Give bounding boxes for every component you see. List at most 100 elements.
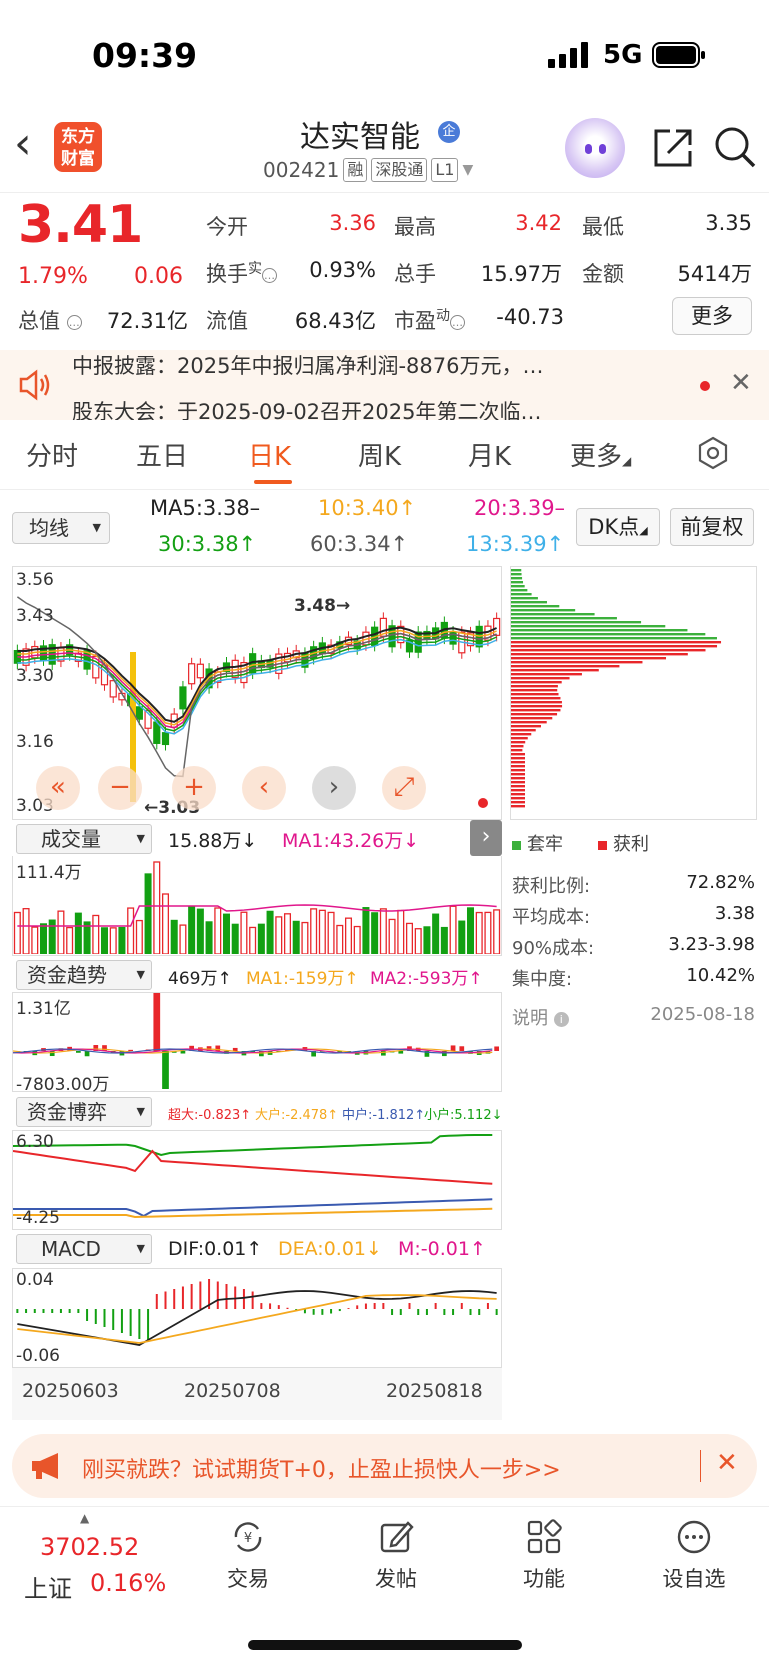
index-value[interactable]: 3702.52 bbox=[40, 1533, 139, 1561]
dk-point-button[interactable]: DK点◢ bbox=[576, 508, 660, 546]
open-label: 今开 bbox=[206, 215, 248, 239]
tab-intraday[interactable]: 分时 bbox=[26, 436, 78, 473]
fund-game-mid: 中户:-1.812↑ bbox=[342, 1108, 426, 1123]
close-icon[interactable]: ✕ bbox=[730, 368, 752, 398]
chip-bar bbox=[511, 797, 525, 800]
fund-bar bbox=[232, 1047, 238, 1051]
chip-bar bbox=[511, 613, 595, 616]
chip-bar bbox=[511, 601, 547, 604]
zoom-out-button[interactable]: − bbox=[98, 766, 142, 810]
volume-bar bbox=[466, 907, 475, 955]
concentration-label: 集中度: bbox=[512, 969, 573, 990]
scroll-right-button[interactable]: › bbox=[312, 766, 356, 810]
macd-m: M:-0.01↑ bbox=[398, 1238, 486, 1260]
cost90-value: 3.23-3.98 bbox=[668, 934, 755, 955]
chip-bar bbox=[511, 733, 532, 736]
volume-bar bbox=[353, 925, 361, 955]
volume-bar bbox=[39, 923, 48, 955]
volume-select[interactable]: 成交量 ▼ bbox=[16, 824, 152, 854]
tab-five-day[interactable]: 五日 bbox=[136, 436, 188, 473]
fund-game-select[interactable]: 资金博弈 ▼ bbox=[16, 1097, 152, 1127]
ma30-value: 30:3.38↑ bbox=[158, 532, 257, 556]
avg-cost-value: 3.38 bbox=[714, 903, 755, 924]
chip-bar bbox=[511, 773, 525, 776]
chip-bar bbox=[511, 665, 620, 668]
tab-more[interactable]: 更多◢ bbox=[570, 436, 631, 473]
share-icon[interactable] bbox=[650, 125, 696, 171]
chip-bar bbox=[511, 617, 617, 620]
back-icon[interactable]: ‹ bbox=[14, 122, 50, 170]
chevron-right-icon[interactable]: › bbox=[470, 820, 502, 856]
notice-bar[interactable]: 中报披露：2025年中报归属净利润-8876万元，… 股东大会：于2025-09… bbox=[0, 350, 769, 420]
status-time: 09:39 bbox=[92, 36, 198, 75]
volume-bar bbox=[57, 910, 65, 955]
date-label: 20250818 bbox=[386, 1380, 483, 1402]
chip-panel[interactable] bbox=[510, 566, 757, 820]
tab-daily-k[interactable]: 日K bbox=[248, 436, 291, 473]
volume-bar bbox=[170, 919, 178, 955]
chip-bar bbox=[511, 653, 688, 656]
stock-code-row[interactable]: 002421 融 深股通 L1 ▼ bbox=[263, 158, 473, 182]
volume-max-label: 111.4万 bbox=[16, 863, 82, 883]
tab-weekly-k[interactable]: 周K bbox=[358, 436, 401, 473]
notice-text-2: 股东大会：于2025-09-02召开2025年第二次临… bbox=[72, 400, 542, 420]
volume-bar bbox=[92, 914, 100, 955]
chip-bar bbox=[511, 777, 525, 780]
grid-icon bbox=[527, 1519, 562, 1554]
info-icon[interactable]: … bbox=[262, 267, 277, 283]
info-icon[interactable]: … bbox=[450, 314, 465, 330]
active-tab-indicator bbox=[254, 480, 292, 484]
kline-candle bbox=[188, 663, 196, 685]
info-icon[interactable]: … bbox=[66, 314, 82, 330]
assistant-avatar[interactable] bbox=[565, 118, 625, 178]
index-change[interactable]: 0.16% bbox=[90, 1569, 166, 1597]
volume-bar bbox=[484, 911, 492, 955]
macd-panel bbox=[12, 1268, 502, 1368]
adjust-mode-button[interactable]: 前复权 bbox=[670, 508, 754, 546]
macd-select[interactable]: MACD ▼ bbox=[16, 1234, 152, 1264]
expand-icon[interactable]: ▲ bbox=[80, 1511, 89, 1525]
zoom-in-button[interactable]: + bbox=[172, 766, 216, 810]
cost90-label: 90%成本: bbox=[512, 938, 595, 959]
volume-chart bbox=[13, 861, 501, 955]
fund-trend-select[interactable]: 资金趋势 ▼ bbox=[16, 960, 152, 990]
low-value: 3.35 bbox=[705, 211, 752, 235]
volume-bar bbox=[109, 927, 117, 955]
profit-ratio-label: 获利比例: bbox=[512, 876, 591, 897]
trade-button[interactable]: ¥ 交易 bbox=[198, 1519, 298, 1593]
search-icon[interactable] bbox=[712, 124, 758, 170]
float-cap-value: 68.43亿 bbox=[294, 309, 376, 333]
volume-bar bbox=[318, 909, 326, 955]
kline-candle bbox=[135, 706, 143, 720]
indicator-select[interactable]: 均线 ▼ bbox=[12, 512, 110, 544]
kline-y-label: 3.43 bbox=[16, 606, 54, 626]
scroll-left-button[interactable]: ‹ bbox=[242, 766, 286, 810]
chip-bar bbox=[511, 749, 523, 752]
chip-bar bbox=[511, 781, 525, 784]
ma10-value: 10:3.40↑ bbox=[318, 496, 417, 520]
chip-bar bbox=[511, 765, 525, 768]
chip-bar bbox=[511, 769, 525, 772]
gear-icon[interactable] bbox=[696, 436, 730, 470]
fullscreen-button[interactable]: ⤢ bbox=[382, 766, 426, 810]
more-button[interactable]: 更多 bbox=[672, 297, 752, 335]
close-icon[interactable]: ✕ bbox=[716, 1448, 738, 1478]
fund-game-large: 大户:-2.478↑ bbox=[255, 1108, 339, 1123]
scroll-left-fast-button[interactable]: « bbox=[36, 766, 80, 810]
fund-bar bbox=[162, 1051, 169, 1089]
chip-bar bbox=[511, 713, 558, 716]
live-dot bbox=[478, 798, 488, 808]
pe-value: -40.73 bbox=[496, 305, 564, 329]
kline-candle bbox=[196, 663, 204, 679]
post-button[interactable]: 发帖 bbox=[346, 1519, 446, 1593]
customize-watchlist-button[interactable]: 设自选 bbox=[644, 1519, 744, 1593]
chip-bar bbox=[511, 685, 558, 688]
pe-label: 市盈动… bbox=[394, 308, 465, 333]
chip-note[interactable]: 说明 i bbox=[512, 1004, 569, 1030]
functions-button[interactable]: 功能 bbox=[494, 1519, 594, 1593]
volume-bar bbox=[475, 911, 483, 955]
ma60-value: 60:3.34↑ bbox=[310, 532, 409, 556]
tab-monthly-k[interactable]: 月K bbox=[468, 436, 511, 473]
promo-banner[interactable]: 刚买就跌？试试期货T+0，止盈止损快人一步>> ✕ bbox=[12, 1434, 757, 1498]
index-name[interactable]: 上证 bbox=[24, 1569, 72, 1604]
